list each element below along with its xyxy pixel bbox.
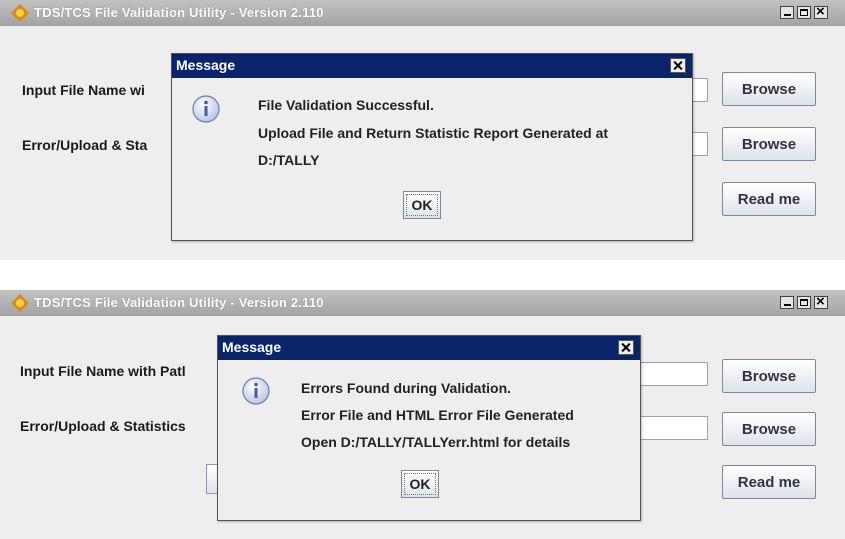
window-close-button[interactable] [814,293,828,310]
app-logo-icon [11,4,29,22]
window-titlebar[interactable]: TDS/TCS File Validation Utility - Versio… [0,0,845,26]
input-file-field[interactable] [636,362,708,386]
error-upload-field[interactable] [636,416,708,440]
input-file-label: Input File Name with Patl [20,363,186,379]
window-close-button[interactable] [814,3,828,20]
bottom-utility-window: TDS/TCS File Validation Utility - Versio… [0,290,845,539]
top-utility-window: TDS/TCS File Validation Utility - Versio… [0,0,845,260]
browse-input-button[interactable]: Browse [722,72,816,106]
input-file-label: Input File Name wi [22,82,145,98]
ok-button[interactable]: OK [403,191,441,219]
dialog-titlebar[interactable]: Message [172,54,692,78]
success-message-dialog: Message File Validation Successful. Uplo… [171,53,693,241]
dialog-title: Message [176,57,236,73]
window-titlebar[interactable]: TDS/TCS File Validation Utility - Versio… [0,290,845,316]
browse-input-button[interactable]: Browse [722,359,816,393]
window-title: TDS/TCS File Validation Utility - Versio… [34,5,324,20]
window-title: TDS/TCS File Validation Utility - Versio… [34,295,324,310]
dialog-close-button[interactable] [670,58,686,73]
browse-error-button[interactable]: Browse [722,127,816,161]
maximize-button[interactable] [797,296,811,309]
error-upload-label: Error/Upload & Sta [22,137,148,153]
error-message-dialog: Message Errors Found during Validation. … [217,335,641,521]
maximize-button[interactable] [797,6,811,19]
error-upload-label: Error/Upload & Statistics [20,418,186,434]
read-me-button[interactable]: Read me [722,182,816,216]
dialog-message-line-2: Error File and HTML Error File Generated [301,407,574,423]
browse-error-button[interactable]: Browse [722,412,816,446]
minimize-button[interactable] [780,6,794,19]
ok-button[interactable]: OK [401,470,439,498]
dialog-message-line-3: Open D:/TALLY/TALLYerr.html for details [301,434,571,450]
dialog-close-button[interactable] [618,340,634,355]
info-icon [242,377,270,405]
dialog-message-line-1: Errors Found during Validation. [301,380,512,396]
dialog-title: Message [222,339,282,355]
minimize-button[interactable] [780,296,794,309]
app-logo-icon [11,294,29,312]
dialog-message-line-3: D:/TALLY [258,152,320,168]
read-me-button[interactable]: Read me [722,465,816,499]
dialog-titlebar[interactable]: Message [218,336,640,360]
dialog-message-line-1: File Validation Successful. [258,97,434,113]
info-icon [192,95,220,123]
dialog-message-line-2: Upload File and Return Statistic Report … [258,125,609,141]
